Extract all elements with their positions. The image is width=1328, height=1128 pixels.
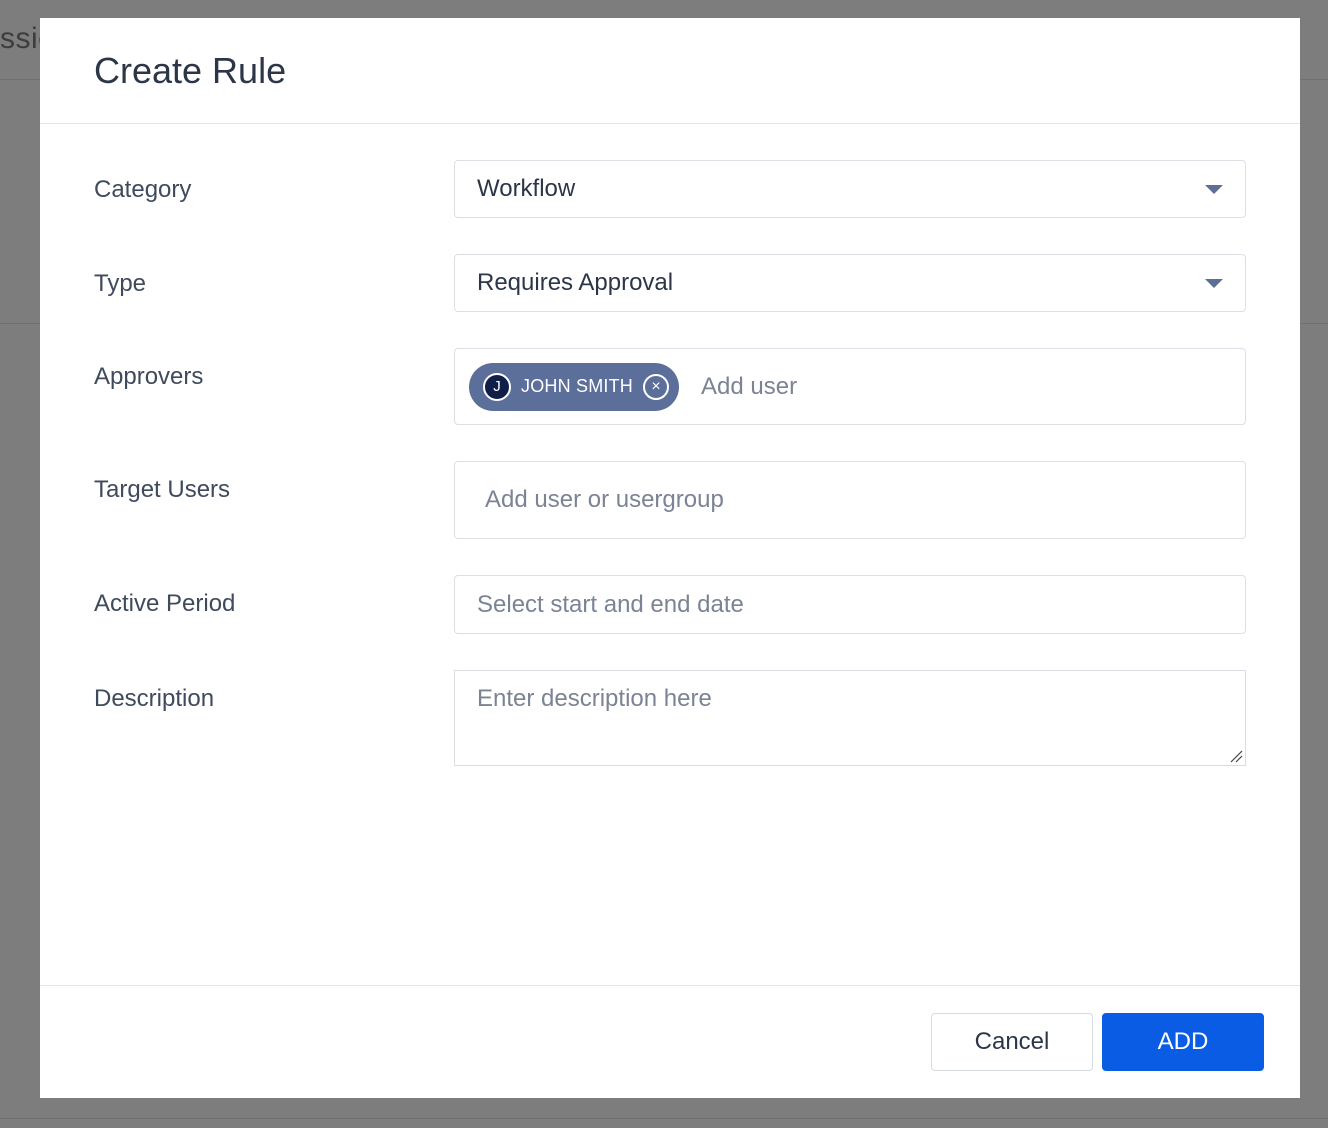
dialog-header: Create Rule	[40, 18, 1300, 124]
type-select[interactable]: Requires Approval	[454, 254, 1246, 312]
active-period-date-picker[interactable]: Select start and end date	[454, 575, 1246, 634]
background-divider	[1300, 323, 1328, 324]
chevron-down-icon	[1205, 185, 1223, 194]
description-label: Description	[94, 685, 215, 712]
chevron-down-icon	[1205, 279, 1223, 288]
background-divider	[0, 323, 40, 324]
approvers-input[interactable]: J JOHN SMITH × Add user	[454, 348, 1246, 425]
create-rule-dialog: Create Rule Category Workflow Type Requi…	[40, 18, 1300, 1098]
resize-grip-icon[interactable]	[1229, 749, 1243, 763]
background-divider	[1300, 79, 1328, 80]
avatar: J	[483, 372, 511, 401]
active-period-label: Active Period	[94, 590, 236, 617]
user-chip-name: JOHN SMITH	[521, 376, 633, 396]
target-users-placeholder: Add user or usergroup	[485, 486, 724, 513]
description-placeholder: Enter description here	[477, 685, 712, 712]
dialog-footer: Cancel ADD	[40, 985, 1300, 1098]
user-chip: J JOHN SMITH ×	[469, 362, 679, 411]
approvers-label: Approvers	[94, 363, 204, 390]
cancel-button[interactable]: Cancel	[931, 1013, 1093, 1071]
category-value: Workflow	[477, 175, 576, 202]
background-divider	[0, 79, 40, 80]
close-icon[interactable]: ×	[643, 373, 669, 400]
target-users-input[interactable]: Add user or usergroup	[454, 461, 1246, 539]
category-select[interactable]: Workflow	[454, 160, 1246, 218]
dialog-title: Create Rule	[94, 49, 287, 91]
type-value: Requires Approval	[477, 269, 674, 296]
category-label: Category	[94, 176, 192, 203]
add-button[interactable]: ADD	[1102, 1013, 1264, 1071]
background-partial-text: ssio	[0, 22, 40, 55]
description-textarea[interactable]: Enter description here	[454, 670, 1246, 766]
background-divider	[0, 1118, 1328, 1119]
active-period-placeholder: Select start and end date	[477, 590, 744, 618]
type-label: Type	[94, 270, 147, 297]
target-users-label: Target Users	[94, 476, 231, 503]
add-user-placeholder[interactable]: Add user	[701, 373, 797, 401]
